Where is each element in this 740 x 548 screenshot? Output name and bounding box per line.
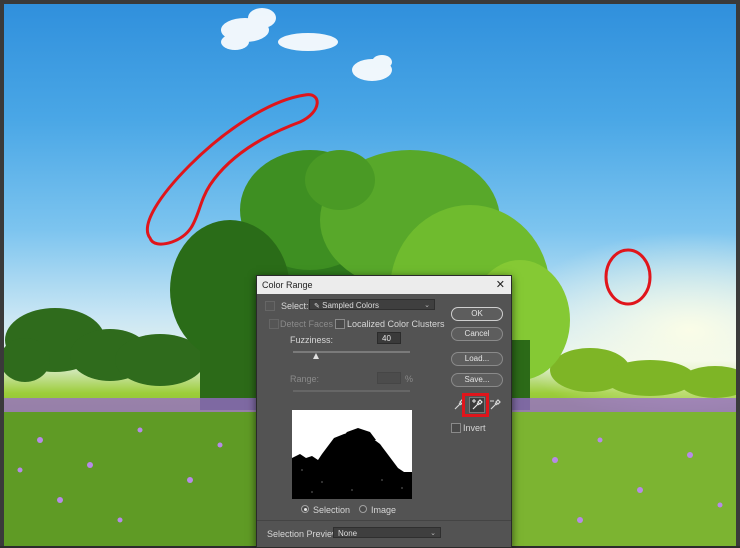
selection-mask-image — [292, 410, 412, 499]
range-slider-track — [293, 390, 410, 392]
cancel-button[interactable]: Cancel — [451, 327, 503, 341]
invert-label: Invert — [463, 423, 486, 433]
selection-preview-label: Selection Preview: — [267, 529, 342, 539]
save-button[interactable]: Save... — [451, 373, 503, 387]
clouds — [221, 8, 392, 81]
selection-preview-value: None — [338, 529, 358, 538]
right-tree-cluster — [550, 348, 740, 398]
range-label: Range: — [290, 374, 320, 384]
chevron-down-icon: ⌄ — [424, 302, 430, 309]
select-value: Sampled Colors — [322, 301, 380, 310]
selection-preview-dropdown[interactable]: None ⌄ — [333, 527, 441, 538]
close-icon[interactable]: ✕ — [496, 276, 505, 294]
eyedropper-icon: ✎ — [314, 303, 320, 310]
selection-radio[interactable] — [301, 505, 309, 513]
detect-faces-label: Detect Faces — [280, 319, 334, 329]
fuzziness-slider-thumb[interactable] — [313, 353, 320, 359]
dialog-title: Color Range — [262, 280, 313, 290]
select-checkbox — [265, 301, 275, 311]
localized-clusters-checkbox[interactable] — [335, 319, 345, 329]
tool-highlight-annotation — [462, 393, 489, 417]
selection-radio-label: Selection — [313, 505, 351, 515]
dialog-title-bar[interactable]: Color Range ✕ — [257, 276, 511, 294]
invert-checkbox[interactable] — [451, 423, 461, 433]
range-unit: % — [405, 374, 414, 384]
left-tree-cluster — [0, 308, 205, 386]
select-dropdown[interactable]: ✎ Sampled Colors ⌄ — [309, 299, 435, 310]
range-input — [377, 372, 401, 384]
fuzziness-input[interactable]: 40 — [377, 332, 401, 344]
load-button[interactable]: Load... — [451, 352, 503, 366]
fuzziness-slider-track[interactable] — [293, 351, 410, 353]
annotation-circle — [604, 248, 652, 306]
localized-clusters-label: Localized Color Clusters — [347, 319, 445, 329]
select-label: Select: — [281, 301, 309, 311]
image-radio-label: Image — [371, 505, 397, 515]
chevron-down-icon: ⌄ — [430, 530, 436, 537]
image-radio[interactable] — [359, 505, 367, 513]
divider — [257, 520, 511, 521]
eyedropper-minus-icon[interactable] — [487, 397, 503, 413]
ok-button[interactable]: OK — [451, 307, 503, 321]
fuzziness-label: Fuzziness: — [290, 335, 334, 345]
selection-preview-thumbnail — [292, 410, 412, 499]
detect-faces-checkbox — [269, 319, 279, 329]
